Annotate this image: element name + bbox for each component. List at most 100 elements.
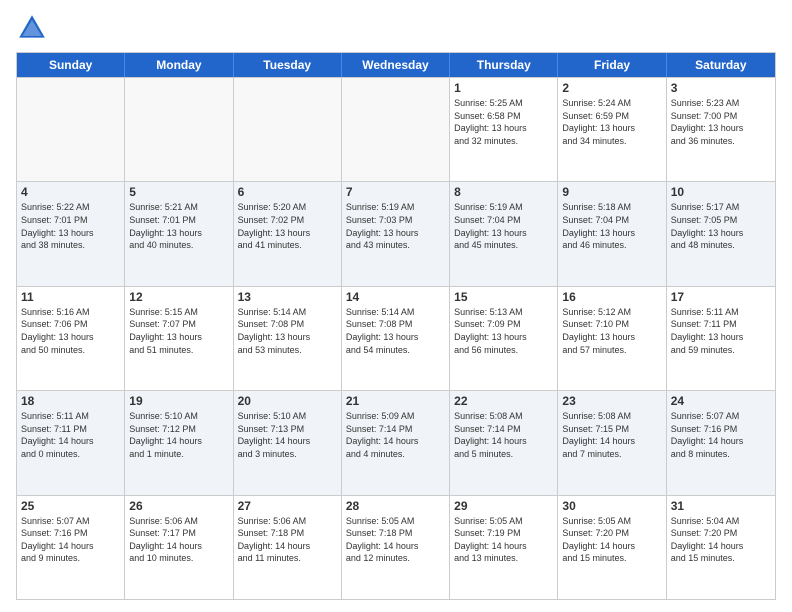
calendar-header: SundayMondayTuesdayWednesdayThursdayFrid…: [17, 53, 775, 77]
cal-cell: 14 Sunrise: 5:14 AM Sunset: 7:08 PM Dayli…: [342, 287, 450, 390]
cal-cell: 12Sunrise: 5:15 AM Sunset: 7:07 PM Dayli…: [125, 287, 233, 390]
day-number: 27: [238, 499, 337, 513]
day-info: Sunrise: 5:07 AM Sunset: 7:16 PM Dayligh…: [671, 410, 771, 460]
page: SundayMondayTuesdayWednesdayThursdayFrid…: [0, 0, 792, 612]
day-number: 26: [129, 499, 228, 513]
cal-cell: 10Sunrise: 5:17 AM Sunset: 7:05 PM Dayli…: [667, 182, 775, 285]
cal-week-1: 1 Sunrise: 5:25 AM Sunset: 6:58 PM Daylig…: [17, 77, 775, 181]
cal-cell: 15 Sunrise: 5:13 AM Sunset: 7:09 PM Dayli…: [450, 287, 558, 390]
day-info: Sunrise: 5:21 AM Sunset: 7:01 PM Dayligh…: [129, 201, 228, 251]
day-info: Sunrise: 5:05 AM Sunset: 7:19 PM Dayligh…: [454, 515, 553, 565]
day-number: 28: [346, 499, 445, 513]
calendar-body: 1 Sunrise: 5:25 AM Sunset: 6:58 PM Daylig…: [17, 77, 775, 599]
day-number: 5: [129, 185, 228, 199]
header: [16, 12, 776, 44]
cal-cell: 3 Sunrise: 5:23 AM Sunset: 7:00 PM Daylig…: [667, 78, 775, 181]
day-info: Sunrise: 5:19 AM Sunset: 7:03 PM Dayligh…: [346, 201, 445, 251]
day-number: 3: [671, 81, 771, 95]
day-number: 14: [346, 290, 445, 304]
cal-cell: 13Sunrise: 5:14 AM Sunset: 7:08 PM Dayli…: [234, 287, 342, 390]
day-number: 4: [21, 185, 120, 199]
day-number: 13: [238, 290, 337, 304]
logo-icon: [16, 12, 48, 44]
cal-cell: 25 Sunrise: 5:07 AM Sunset: 7:16 PM Dayli…: [17, 496, 125, 599]
cal-week-3: 11 Sunrise: 5:16 AM Sunset: 7:06 PM Dayli…: [17, 286, 775, 390]
cal-header-thursday: Thursday: [450, 53, 558, 77]
day-info: Sunrise: 5:12 AM Sunset: 7:10 PM Dayligh…: [562, 306, 661, 356]
cal-cell: 2 Sunrise: 5:24 AM Sunset: 6:59 PM Daylig…: [558, 78, 666, 181]
day-number: 21: [346, 394, 445, 408]
day-info: Sunrise: 5:07 AM Sunset: 7:16 PM Dayligh…: [21, 515, 120, 565]
day-info: Sunrise: 5:24 AM Sunset: 6:59 PM Dayligh…: [562, 97, 661, 147]
day-number: 18: [21, 394, 120, 408]
cal-week-4: 18 Sunrise: 5:11 AM Sunset: 7:11 PM Dayli…: [17, 390, 775, 494]
day-info: Sunrise: 5:22 AM Sunset: 7:01 PM Dayligh…: [21, 201, 120, 251]
day-number: 8: [454, 185, 553, 199]
cal-cell: 4 Sunrise: 5:22 AM Sunset: 7:01 PM Daylig…: [17, 182, 125, 285]
cal-cell: 6 Sunrise: 5:20 AM Sunset: 7:02 PM Daylig…: [234, 182, 342, 285]
day-info: Sunrise: 5:09 AM Sunset: 7:14 PM Dayligh…: [346, 410, 445, 460]
cal-cell: 8 Sunrise: 5:19 AM Sunset: 7:04 PM Daylig…: [450, 182, 558, 285]
day-info: Sunrise: 5:20 AM Sunset: 7:02 PM Dayligh…: [238, 201, 337, 251]
cal-cell: 31Sunrise: 5:04 AM Sunset: 7:20 PM Dayli…: [667, 496, 775, 599]
cal-week-5: 25 Sunrise: 5:07 AM Sunset: 7:16 PM Dayli…: [17, 495, 775, 599]
day-info: Sunrise: 5:25 AM Sunset: 6:58 PM Dayligh…: [454, 97, 553, 147]
day-info: Sunrise: 5:23 AM Sunset: 7:00 PM Dayligh…: [671, 97, 771, 147]
day-number: 24: [671, 394, 771, 408]
cal-cell: 18 Sunrise: 5:11 AM Sunset: 7:11 PM Dayli…: [17, 391, 125, 494]
day-info: Sunrise: 5:14 AM Sunset: 7:08 PM Dayligh…: [346, 306, 445, 356]
day-info: Sunrise: 5:11 AM Sunset: 7:11 PM Dayligh…: [21, 410, 120, 460]
cal-cell: 23 Sunrise: 5:08 AM Sunset: 7:15 PM Dayli…: [558, 391, 666, 494]
cal-cell: 26Sunrise: 5:06 AM Sunset: 7:17 PM Dayli…: [125, 496, 233, 599]
logo: [16, 12, 54, 44]
cal-cell: 20Sunrise: 5:10 AM Sunset: 7:13 PM Dayli…: [234, 391, 342, 494]
day-number: 2: [562, 81, 661, 95]
cal-header-monday: Monday: [125, 53, 233, 77]
day-number: 15: [454, 290, 553, 304]
day-info: Sunrise: 5:19 AM Sunset: 7:04 PM Dayligh…: [454, 201, 553, 251]
cal-week-2: 4 Sunrise: 5:22 AM Sunset: 7:01 PM Daylig…: [17, 181, 775, 285]
cal-cell: 24 Sunrise: 5:07 AM Sunset: 7:16 PM Dayli…: [667, 391, 775, 494]
cal-cell: 16 Sunrise: 5:12 AM Sunset: 7:10 PM Dayli…: [558, 287, 666, 390]
day-info: Sunrise: 5:08 AM Sunset: 7:14 PM Dayligh…: [454, 410, 553, 460]
day-info: Sunrise: 5:18 AM Sunset: 7:04 PM Dayligh…: [562, 201, 661, 251]
day-number: 25: [21, 499, 120, 513]
cal-header-friday: Friday: [558, 53, 666, 77]
day-info: Sunrise: 5:06 AM Sunset: 7:18 PM Dayligh…: [238, 515, 337, 565]
cal-cell: [125, 78, 233, 181]
day-number: 20: [238, 394, 337, 408]
cal-cell: 22 Sunrise: 5:08 AM Sunset: 7:14 PM Dayli…: [450, 391, 558, 494]
day-number: 7: [346, 185, 445, 199]
cal-cell: 17Sunrise: 5:11 AM Sunset: 7:11 PM Dayli…: [667, 287, 775, 390]
day-number: 19: [129, 394, 228, 408]
day-number: 12: [129, 290, 228, 304]
cal-cell: [342, 78, 450, 181]
cal-cell: 9Sunrise: 5:18 AM Sunset: 7:04 PM Daylig…: [558, 182, 666, 285]
cal-header-tuesday: Tuesday: [234, 53, 342, 77]
day-number: 22: [454, 394, 553, 408]
day-info: Sunrise: 5:08 AM Sunset: 7:15 PM Dayligh…: [562, 410, 661, 460]
day-info: Sunrise: 5:10 AM Sunset: 7:12 PM Dayligh…: [129, 410, 228, 460]
cal-cell: [234, 78, 342, 181]
day-number: 23: [562, 394, 661, 408]
cal-header-sunday: Sunday: [17, 53, 125, 77]
cal-cell: 27 Sunrise: 5:06 AM Sunset: 7:18 PM Dayli…: [234, 496, 342, 599]
day-number: 10: [671, 185, 771, 199]
day-number: 6: [238, 185, 337, 199]
day-number: 16: [562, 290, 661, 304]
day-number: 30: [562, 499, 661, 513]
calendar: SundayMondayTuesdayWednesdayThursdayFrid…: [16, 52, 776, 600]
cal-cell: 28Sunrise: 5:05 AM Sunset: 7:18 PM Dayli…: [342, 496, 450, 599]
cal-cell: 5 Sunrise: 5:21 AM Sunset: 7:01 PM Daylig…: [125, 182, 233, 285]
day-number: 1: [454, 81, 553, 95]
day-info: Sunrise: 5:13 AM Sunset: 7:09 PM Dayligh…: [454, 306, 553, 356]
day-info: Sunrise: 5:16 AM Sunset: 7:06 PM Dayligh…: [21, 306, 120, 356]
day-number: 11: [21, 290, 120, 304]
cal-cell: 30 Sunrise: 5:05 AM Sunset: 7:20 PM Dayli…: [558, 496, 666, 599]
cal-cell: 19 Sunrise: 5:10 AM Sunset: 7:12 PM Dayli…: [125, 391, 233, 494]
cal-cell: 7 Sunrise: 5:19 AM Sunset: 7:03 PM Daylig…: [342, 182, 450, 285]
day-info: Sunrise: 5:05 AM Sunset: 7:20 PM Dayligh…: [562, 515, 661, 565]
cal-cell: [17, 78, 125, 181]
day-info: Sunrise: 5:11 AM Sunset: 7:11 PM Dayligh…: [671, 306, 771, 356]
day-info: Sunrise: 5:04 AM Sunset: 7:20 PM Dayligh…: [671, 515, 771, 565]
